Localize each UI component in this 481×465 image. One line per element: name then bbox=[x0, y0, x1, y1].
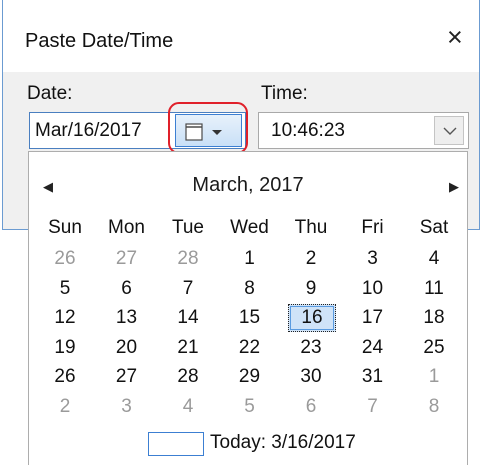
weekday-header: Tue bbox=[171, 217, 205, 238]
day-cell[interactable]: 17 bbox=[345, 307, 401, 329]
month-title[interactable]: March, 2017 bbox=[29, 174, 467, 197]
day-cell[interactable]: 25 bbox=[406, 337, 462, 359]
time-value: 10:46:23 bbox=[271, 120, 345, 141]
day-cell[interactable]: 2 bbox=[37, 396, 93, 418]
calendar-popup: ◀ March, 2017 ▶ Today: 3/16/2017 Sun Mon T… bbox=[28, 151, 468, 465]
day-cell[interactable]: 22 bbox=[222, 337, 278, 359]
close-button[interactable]: × bbox=[447, 24, 463, 51]
day-cell[interactable]: 31 bbox=[345, 366, 401, 388]
next-month-button[interactable]: ▶ bbox=[449, 179, 459, 195]
day-cell[interactable]: 28 bbox=[160, 366, 216, 388]
day-cell[interactable]: 3 bbox=[99, 396, 155, 418]
day-cell[interactable]: 8 bbox=[222, 278, 278, 300]
day-cell[interactable]: 18 bbox=[406, 307, 462, 329]
weekday-header: Sun bbox=[48, 217, 82, 238]
day-cell[interactable]: 30 bbox=[283, 366, 339, 388]
day-cell[interactable]: 7 bbox=[345, 396, 401, 418]
day-cell[interactable]: 1 bbox=[222, 248, 278, 270]
day-cell[interactable]: 15 bbox=[222, 307, 278, 329]
weekday-header: Thu bbox=[294, 217, 328, 238]
calendar-button-highlight bbox=[168, 102, 248, 154]
dialog-title: Paste Date/Time bbox=[25, 30, 174, 52]
day-cell[interactable]: 4 bbox=[160, 396, 216, 418]
day-cell[interactable]: 24 bbox=[345, 337, 401, 359]
day-cell[interactable]: 12 bbox=[37, 307, 93, 329]
day-cell[interactable]: 26 bbox=[37, 366, 93, 388]
day-cell[interactable]: 27 bbox=[99, 248, 155, 270]
day-cell[interactable]: 7 bbox=[160, 278, 216, 300]
date-label: Date: bbox=[27, 83, 73, 104]
today-link[interactable]: Today: 3/16/2017 bbox=[210, 432, 356, 454]
selected-day-cell[interactable]: 16 bbox=[288, 304, 336, 332]
time-dropdown-button[interactable] bbox=[434, 116, 464, 145]
day-cell[interactable]: 28 bbox=[160, 248, 216, 270]
day-cell[interactable]: 1 bbox=[406, 366, 462, 388]
day-cell[interactable]: 21 bbox=[160, 337, 216, 359]
day-cell[interactable]: 27 bbox=[99, 366, 155, 388]
day-cell[interactable]: 13 bbox=[99, 307, 155, 329]
day-cell[interactable]: 10 bbox=[345, 278, 401, 300]
day-cell[interactable]: 19 bbox=[37, 337, 93, 359]
today-marker bbox=[148, 432, 204, 456]
weekday-header: Mon bbox=[108, 217, 145, 238]
day-cell[interactable]: 9 bbox=[283, 278, 339, 300]
title-bar: Paste Date/Time × bbox=[3, 0, 479, 72]
day-cell[interactable]: 23 bbox=[283, 337, 339, 359]
weekday-header: Fri bbox=[361, 217, 384, 238]
day-cell[interactable]: 5 bbox=[37, 278, 93, 300]
time-field[interactable]: 10:46:23 bbox=[258, 112, 469, 149]
day-cell[interactable]: 26 bbox=[37, 248, 93, 270]
time-label: Time: bbox=[261, 83, 308, 104]
day-cell[interactable]: 20 bbox=[99, 337, 155, 359]
date-value: Mar/16/2017 bbox=[35, 120, 142, 141]
day-cell[interactable]: 5 bbox=[222, 396, 278, 418]
day-cell[interactable]: 2 bbox=[283, 248, 339, 270]
day-cell[interactable]: 6 bbox=[99, 278, 155, 300]
weekday-header: Sat bbox=[419, 217, 449, 238]
day-cell[interactable]: 29 bbox=[222, 366, 278, 388]
day-cell[interactable]: 8 bbox=[406, 396, 462, 418]
chevron-down-icon bbox=[443, 127, 457, 135]
day-cell[interactable]: 4 bbox=[406, 248, 462, 270]
weekday-header: Wed bbox=[230, 217, 269, 238]
day-cell[interactable]: 14 bbox=[160, 307, 216, 329]
day-cell[interactable]: 11 bbox=[406, 278, 462, 300]
day-cell[interactable]: 3 bbox=[345, 248, 401, 270]
day-cell[interactable]: 6 bbox=[283, 396, 339, 418]
